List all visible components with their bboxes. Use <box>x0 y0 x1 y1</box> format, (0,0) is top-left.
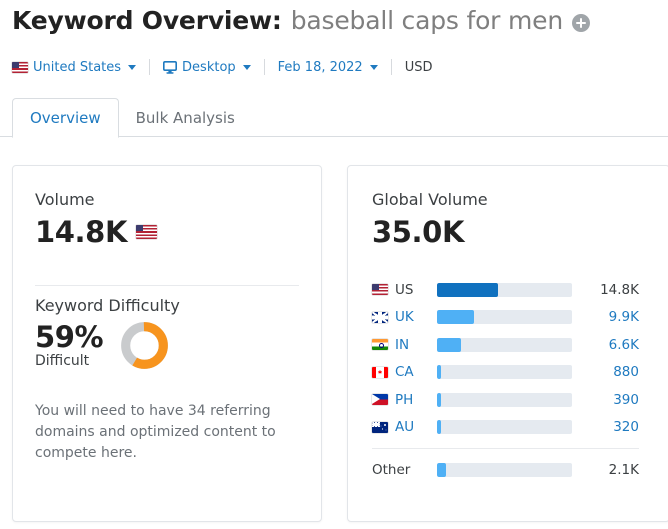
global-volume-card: Global Volume 35.0K US 14.8K UK 9.9K IN 6.6K C… <box>347 165 668 522</box>
country-cell: IN <box>372 337 437 353</box>
page-title-keyword: baseball caps for men <box>290 6 563 35</box>
tab-overview-label: Overview <box>30 109 101 127</box>
chevron-down-icon <box>128 64 137 70</box>
volume-bar-track <box>437 365 572 380</box>
keyword-overview-page: Keyword Overview: baseball caps for men … <box>0 0 668 529</box>
volume-bar-track <box>437 310 572 325</box>
global-volume-row-other: Other 2.1K <box>372 456 649 484</box>
us-flag-icon <box>136 225 158 239</box>
card-divider <box>35 285 299 286</box>
filter-divider <box>390 59 392 75</box>
monitor-icon <box>163 60 178 74</box>
uk-flag-icon <box>372 311 388 323</box>
keyword-difficulty-value: 59% <box>35 319 104 354</box>
volume-bar-fill <box>437 310 475 325</box>
filter-bar: United States Desktop Feb 18, 2022 USD <box>12 57 432 77</box>
volume-value-label: 2.1K <box>608 461 639 478</box>
keyword-difficulty-label: Keyword Difficulty <box>35 296 180 315</box>
volume-bar-track <box>437 337 572 352</box>
tab-bar: Overview Bulk Analysis <box>0 97 668 138</box>
volume-bar-fill <box>437 282 498 297</box>
global-volume-section: Global Volume 35.0K <box>372 190 488 249</box>
volume-bar-fill <box>437 365 442 380</box>
country-cell: AU <box>372 419 437 435</box>
date-selector[interactable]: Feb 18, 2022 <box>278 60 378 75</box>
country-selector[interactable]: United States <box>12 59 137 75</box>
global-volume-row[interactable]: IN 6.6K <box>372 331 649 359</box>
country-code-label[interactable]: US <box>395 282 413 298</box>
country-code-label[interactable]: IN <box>395 337 409 353</box>
volume-value-label: 6.6K <box>608 336 639 353</box>
us-flag-icon <box>372 284 388 296</box>
keyword-difficulty-value-row: 59% Difficult <box>35 320 180 371</box>
page-title-prefix: Keyword Overview: <box>12 6 282 35</box>
global-volume-label: Global Volume <box>372 190 488 209</box>
chevron-down-icon <box>242 64 251 70</box>
device-selector-label: Desktop <box>182 59 236 75</box>
keyword-difficulty-word: Difficult <box>35 353 90 370</box>
global-volume-row[interactable]: AU 320 <box>372 414 649 442</box>
ph-flag-icon <box>372 394 388 406</box>
global-volume-row[interactable]: PH 390 <box>372 386 649 414</box>
difficulty-donut-chart <box>121 322 169 369</box>
volume-value-label: 9.9K <box>608 309 639 326</box>
ca-flag-icon <box>372 366 388 378</box>
volume-bar-fill <box>437 420 442 435</box>
date-selector-label: Feb 18, 2022 <box>277 59 363 75</box>
global-volume-country-list: US 14.8K UK 9.9K IN 6.6K CA 880 PH 390 AU 320 Other 2… <box>372 276 649 484</box>
country-code-label[interactable]: PH <box>395 392 413 408</box>
in-flag-icon <box>372 339 388 351</box>
tab-bulk-analysis[interactable]: Bulk Analysis <box>119 98 252 137</box>
volume-card: Volume 14.8K Keyword Difficulty 59% Diff… <box>12 165 322 522</box>
volume-bar-fill <box>437 392 442 407</box>
filter-divider <box>263 59 265 75</box>
tab-overview[interactable]: Overview <box>12 98 119 138</box>
global-volume-row[interactable]: CA 880 <box>372 359 649 387</box>
volume-value-label: 880 <box>613 364 639 381</box>
country-cell: US <box>372 282 437 298</box>
global-volume-row[interactable]: US 14.8K <box>372 276 649 304</box>
volume-value: 14.8K <box>35 215 128 249</box>
plus-circle-icon[interactable] <box>571 13 590 32</box>
chevron-down-icon <box>369 64 378 70</box>
country-cell: CA <box>372 364 437 380</box>
volume-value-label: 320 <box>613 419 639 436</box>
currency-label: USD <box>404 59 433 75</box>
global-volume-row[interactable]: UK 9.9K <box>372 304 649 332</box>
device-selector[interactable]: Desktop <box>163 60 251 75</box>
country-code-label: Other <box>372 461 411 478</box>
volume-value-label: 390 <box>613 391 639 408</box>
volume-label: Volume <box>35 190 95 209</box>
keyword-difficulty-note: You will need to have 34 referring domai… <box>35 403 276 461</box>
us-flag-icon <box>12 61 28 73</box>
volume-bar-fill <box>437 337 461 352</box>
list-divider <box>372 448 639 449</box>
filter-divider <box>149 59 151 75</box>
volume-value-row: 14.8K <box>35 215 158 249</box>
volume-bar-fill <box>437 462 447 477</box>
country-cell: Other <box>372 462 437 478</box>
page-title: Keyword Overview: baseball caps for men <box>12 6 590 35</box>
global-volume-total: 35.0K <box>372 215 465 249</box>
currency-indicator: USD <box>405 60 433 75</box>
au-flag-icon <box>372 421 388 433</box>
country-cell: UK <box>372 309 437 325</box>
volume-bar-track <box>437 462 572 477</box>
tab-bulk-analysis-label: Bulk Analysis <box>135 108 235 127</box>
volume-section: Volume 14.8K <box>35 190 158 249</box>
volume-bar-track <box>437 282 572 297</box>
country-code-label[interactable]: UK <box>395 309 414 325</box>
keyword-difficulty-section: Keyword Difficulty 59% Difficult <box>35 296 180 371</box>
country-selector-label: United States <box>33 59 122 75</box>
volume-bar-track <box>437 392 572 407</box>
volume-value-label: 14.8K <box>600 281 639 298</box>
country-cell: PH <box>372 392 437 408</box>
country-code-label[interactable]: AU <box>395 419 414 435</box>
country-code-label[interactable]: CA <box>395 364 414 380</box>
volume-bar-track <box>437 420 572 435</box>
